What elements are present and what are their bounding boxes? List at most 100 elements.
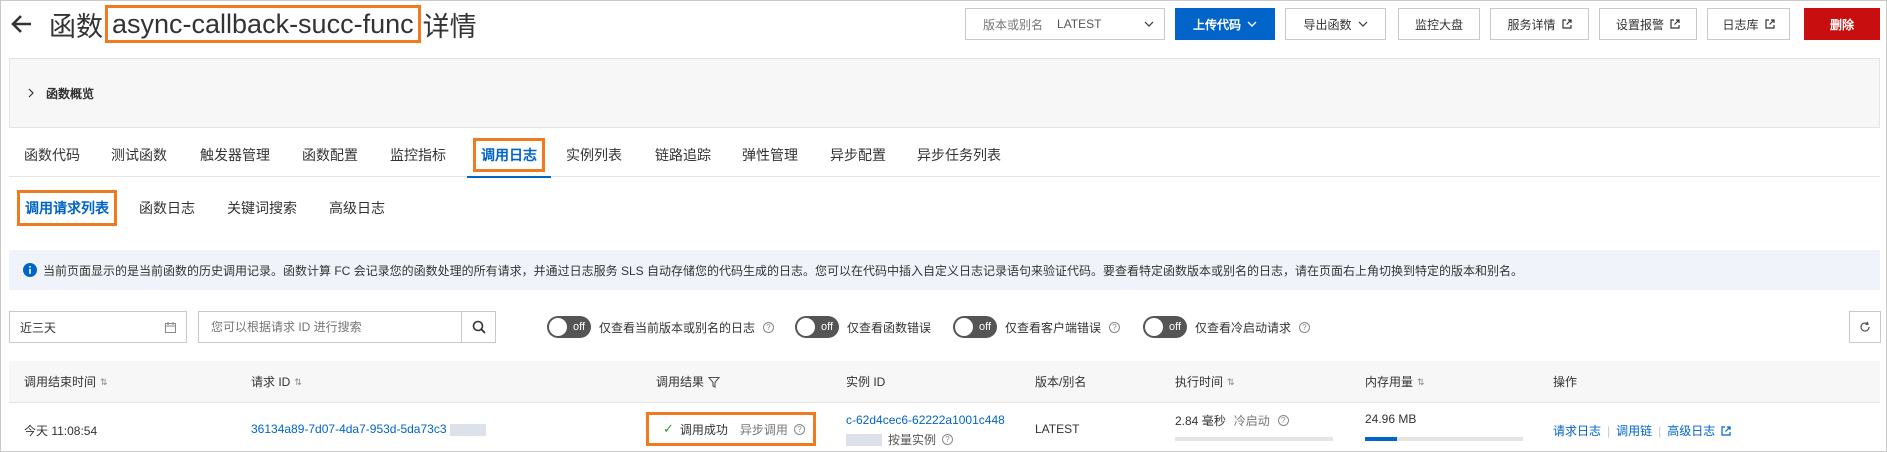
version-select-label: 版本或别名 [983,17,1044,32]
switch-knob [955,318,973,336]
export-function-label: 导出函数 [1303,17,1352,32]
function-overview-label: 函数概览 [46,86,95,101]
delete-label: 删除 [1829,17,1854,32]
toggle-client-errors-only: off 仅查看客户端错误 ? [953,316,1121,338]
subtab-function-logs[interactable]: 函数日志 [139,188,195,228]
sort-icon[interactable]: ⇅ [294,361,301,403]
help-icon[interactable]: ? [942,434,954,445]
col-memory[interactable]: 内存用量 ⇅ [1365,361,1424,403]
logstore-label: 日志库 [1722,17,1759,32]
help-icon[interactable]: ? [1299,321,1311,333]
row-version: LATEST [1035,422,1080,436]
row-duration: 2.84 毫秒 冷启动 ? [1175,412,1289,429]
version-select[interactable]: 版本或别名 LATEST [965,8,1165,40]
instance-id-link[interactable]: c-62d4cec6-62222a1001c448 [846,413,1005,427]
info-text: 当前页面显示的是当前函数的历史调用记录。函数计算 FC 会记录您的函数处理的所有… [43,263,1524,278]
tab-async-task-list[interactable]: 异步任务列表 [917,133,1001,177]
request-id-link[interactable]: 36134a89-7d07-4da7-953d-5da73c3 [251,422,447,436]
advanced-log-link[interactable]: 高级日志 [1667,422,1715,439]
tab-trigger-management[interactable]: 触发器管理 [200,133,270,177]
tab-function-code[interactable]: 函数代码 [24,133,80,177]
service-details-button[interactable]: 服务详情 [1490,8,1589,40]
help-icon[interactable]: ? [763,321,775,333]
col-end-time-label: 调用结束时间 [24,375,97,389]
table-row: 今天 11:08:54 36134a89-7d07-4da7-953d-5da7… [9,404,1880,452]
date-range-value: 近三天 [20,320,57,335]
memory-bar [1365,437,1523,441]
col-request-id[interactable]: 请求 ID ⇅ [251,361,302,403]
chevron-down-icon [1144,21,1154,27]
request-log-link[interactable]: 请求日志 [1553,422,1601,439]
tab-invocation-logs[interactable]: 调用日志 [467,133,551,178]
row-request-id[interactable]: 36134a89-7d07-4da7-953d-5da73c3 [251,422,486,436]
client-errors-switch[interactable]: off [953,316,997,338]
back-arrow-icon[interactable] [9,11,35,37]
sort-icon[interactable]: ⇅ [100,361,107,403]
delete-button[interactable]: 删除 [1804,8,1880,40]
date-range-picker[interactable]: 近三天 [9,311,187,343]
cold-start-label: 仅查看冷启动请求 [1195,320,1292,335]
export-function-button[interactable]: 导出函数 [1285,8,1386,40]
set-alarm-label: 设置报警 [1615,17,1664,32]
function-errors-label: 仅查看函数错误 [847,320,932,335]
col-result[interactable]: 调用结果 [656,361,721,403]
external-link-icon [1764,19,1775,29]
tab-invocation-logs-label: 调用日志 [473,138,545,172]
help-icon[interactable]: ? [1109,321,1121,333]
monitor-dashboard-button[interactable]: 监控大盘 [1398,8,1480,40]
title-suffix: 详情 [422,11,477,42]
request-id-search [198,311,496,343]
result-status: 调用成功 [679,422,728,437]
divider: | [1658,423,1662,438]
chevron-right-icon [28,88,34,98]
calendar-icon [165,321,176,333]
logstore-button[interactable]: 日志库 [1707,8,1790,40]
col-request-id-label: 请求 ID [251,375,291,389]
switch-knob [1145,318,1163,336]
switch-state-text: off [572,321,585,333]
sort-icon[interactable]: ⇅ [1227,361,1234,403]
check-icon: ✓ [663,421,674,436]
cold-start-tag: 冷启动 [1233,414,1270,428]
subtab-keyword-search[interactable]: 关键词搜索 [227,188,297,228]
row-instance-id: c-62d4cec6-62222a1001c448 按量实例 ? [846,413,1005,448]
upload-code-label: 上传代码 [1192,17,1241,32]
service-details-label: 服务详情 [1507,17,1556,32]
tab-elastic-management[interactable]: 弹性管理 [742,133,798,177]
help-icon[interactable]: ? [1277,415,1289,426]
tab-async-config[interactable]: 异步配置 [830,133,886,177]
title-prefix: 函数 [49,11,103,42]
function-errors-switch[interactable]: off [795,316,839,338]
col-end-time[interactable]: 调用结束时间 ⇅ [24,361,107,403]
col-duration-label: 执行时间 [1175,375,1224,389]
trace-link[interactable]: 调用链 [1616,422,1652,439]
function-name: async-callback-succ-func [105,5,421,43]
set-alarm-button[interactable]: 设置报警 [1599,8,1697,40]
subtab-advanced-logs[interactable]: 高级日志 [329,188,385,228]
tab-instance-list[interactable]: 实例列表 [566,133,622,177]
refresh-button[interactable] [1849,311,1881,343]
sort-icon[interactable]: ⇅ [1417,361,1424,403]
help-icon[interactable]: ? [793,423,805,435]
col-duration[interactable]: 执行时间 ⇅ [1175,361,1234,403]
switch-state-text: off [820,321,833,333]
search-button[interactable] [461,312,495,342]
invoke-type: 异步调用 [739,422,788,437]
cold-start-switch[interactable]: off [1143,316,1187,338]
upload-code-button[interactable]: 上传代码 [1175,8,1275,40]
filter-icon[interactable] [708,376,721,388]
tab-monitoring-metrics[interactable]: 监控指标 [390,133,446,177]
col-instance-id: 实例 ID [846,375,886,389]
current-version-switch[interactable]: off [547,316,591,338]
page-frame: 函数 async-callback-succ-func 详情 版本或别名 LAT… [0,0,1887,452]
monitor-dashboard-label: 监控大盘 [1414,17,1463,32]
function-overview-panel[interactable]: 函数概览 [9,58,1880,128]
tab-tracing[interactable]: 链路追踪 [655,133,711,177]
masked-text [846,433,882,446]
request-id-search-input[interactable] [199,312,461,342]
tab-test-function[interactable]: 测试函数 [111,133,167,177]
subtab-request-list[interactable]: 调用请求列表 [17,188,117,228]
masked-text [449,423,486,436]
switch-state-text: off [1168,321,1181,333]
tab-function-config[interactable]: 函数配置 [302,133,358,177]
